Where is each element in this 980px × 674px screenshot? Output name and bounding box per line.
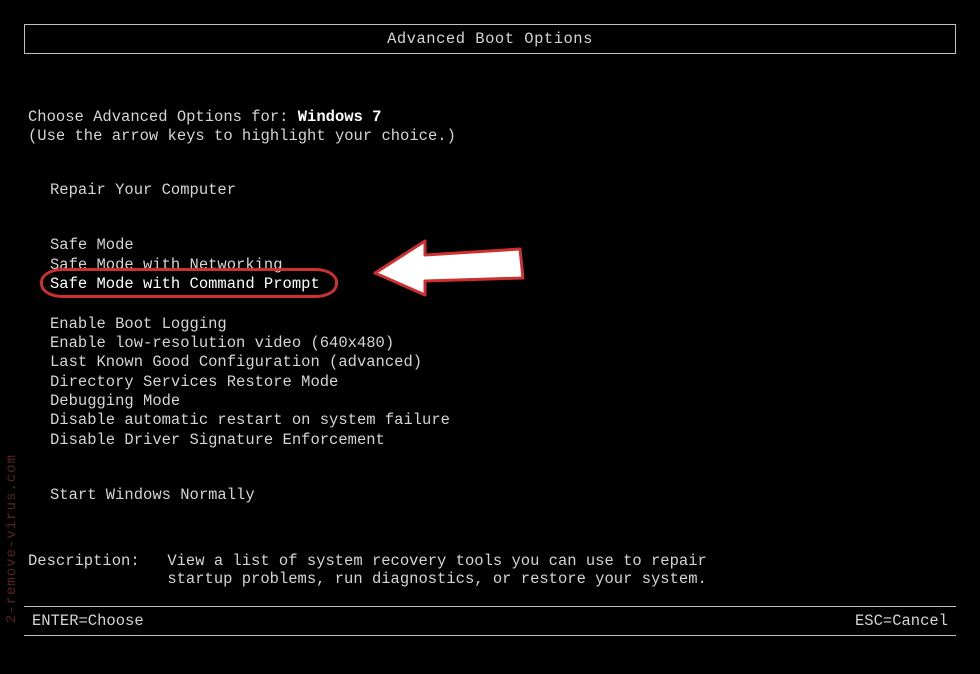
description-block: Description: View a list of system recov…	[28, 552, 956, 588]
menu-item-disable-driver-sig[interactable]: Disable Driver Signature Enforcement	[28, 431, 956, 450]
title-bar-border: Advanced Boot Options	[24, 24, 956, 54]
content-area: Choose Advanced Options for: Windows 7 (…	[0, 54, 980, 588]
menu-group-safemode: Safe Mode Safe Mode with Networking Safe…	[28, 236, 956, 294]
os-name: Windows 7	[298, 108, 382, 126]
menu-item-last-known-good[interactable]: Last Known Good Configuration (advanced)	[28, 353, 956, 372]
description-label: Description:	[28, 552, 158, 570]
menu-group-repair: Repair Your Computer	[28, 181, 956, 200]
footer-esc-hint: ESC=Cancel	[855, 612, 948, 630]
menu-group-normal: Start Windows Normally	[28, 486, 956, 505]
menu-item-directory-restore[interactable]: Directory Services Restore Mode	[28, 373, 956, 392]
menu-item-safe-mode-command-prompt[interactable]: Safe Mode with Command Prompt	[28, 275, 320, 294]
menu-item-safe-mode-networking[interactable]: Safe Mode with Networking	[28, 256, 956, 275]
watermark-text: 2-remove-virus.com	[4, 454, 20, 623]
prompt-label: Choose Advanced Options for:	[28, 108, 298, 126]
footer-bar: ENTER=Choose ESC=Cancel	[24, 606, 956, 635]
menu-group-options: Enable Boot Logging Enable low-resolutio…	[28, 315, 956, 451]
screen-title: Advanced Boot Options	[25, 25, 955, 53]
hint-line: (Use the arrow keys to highlight your ch…	[28, 127, 956, 145]
description-text: View a list of system recovery tools you…	[167, 552, 727, 588]
menu-item-disable-auto-restart[interactable]: Disable automatic restart on system fail…	[28, 411, 956, 430]
prompt-line: Choose Advanced Options for: Windows 7	[28, 108, 956, 126]
menu-item-low-res-video[interactable]: Enable low-resolution video (640x480)	[28, 334, 956, 353]
menu-item-start-normally[interactable]: Start Windows Normally	[28, 486, 956, 505]
footer-bottom-border	[24, 635, 956, 636]
menu-item-safe-mode[interactable]: Safe Mode	[28, 236, 956, 255]
footer-enter-hint: ENTER=Choose	[32, 612, 144, 630]
menu-item-repair[interactable]: Repair Your Computer	[28, 181, 956, 200]
menu-item-debugging[interactable]: Debugging Mode	[28, 392, 956, 411]
menu-item-boot-logging[interactable]: Enable Boot Logging	[28, 315, 956, 334]
